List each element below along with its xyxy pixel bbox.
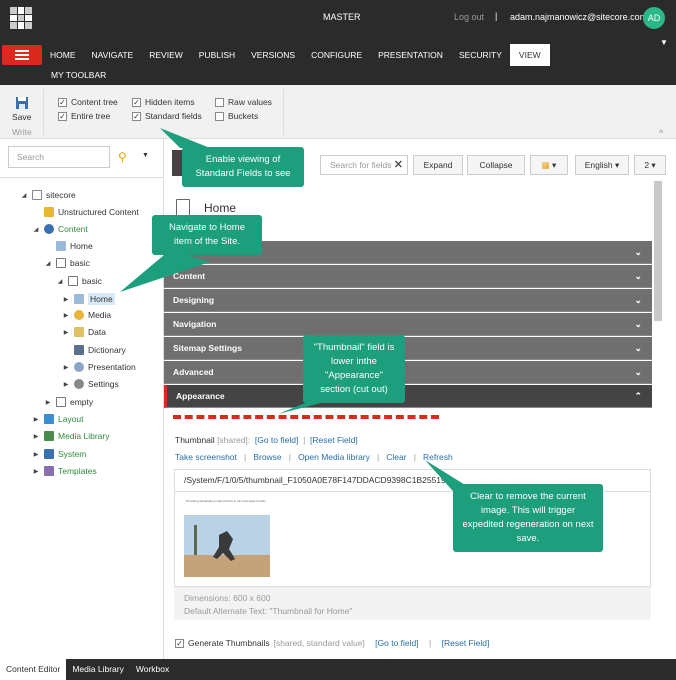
callout-clear: Clear to remove the current image. This … <box>453 484 603 552</box>
callout-thumbnail-field: "Thumbnail" field is lower inthe "Appear… <box>303 335 405 403</box>
callout-standard-fields: Enable viewing of Standard Fields to see <box>182 147 304 187</box>
bottom-tabs: Content Editor Media Library Workbox <box>0 659 676 680</box>
tab-media-library[interactable]: Media Library <box>66 659 130 680</box>
tab-content-editor[interactable]: Content Editor <box>0 659 67 680</box>
callout-navigate-home: Navigate to Home item of the Site. <box>152 215 262 255</box>
tab-workbox[interactable]: Workbox <box>130 659 175 680</box>
